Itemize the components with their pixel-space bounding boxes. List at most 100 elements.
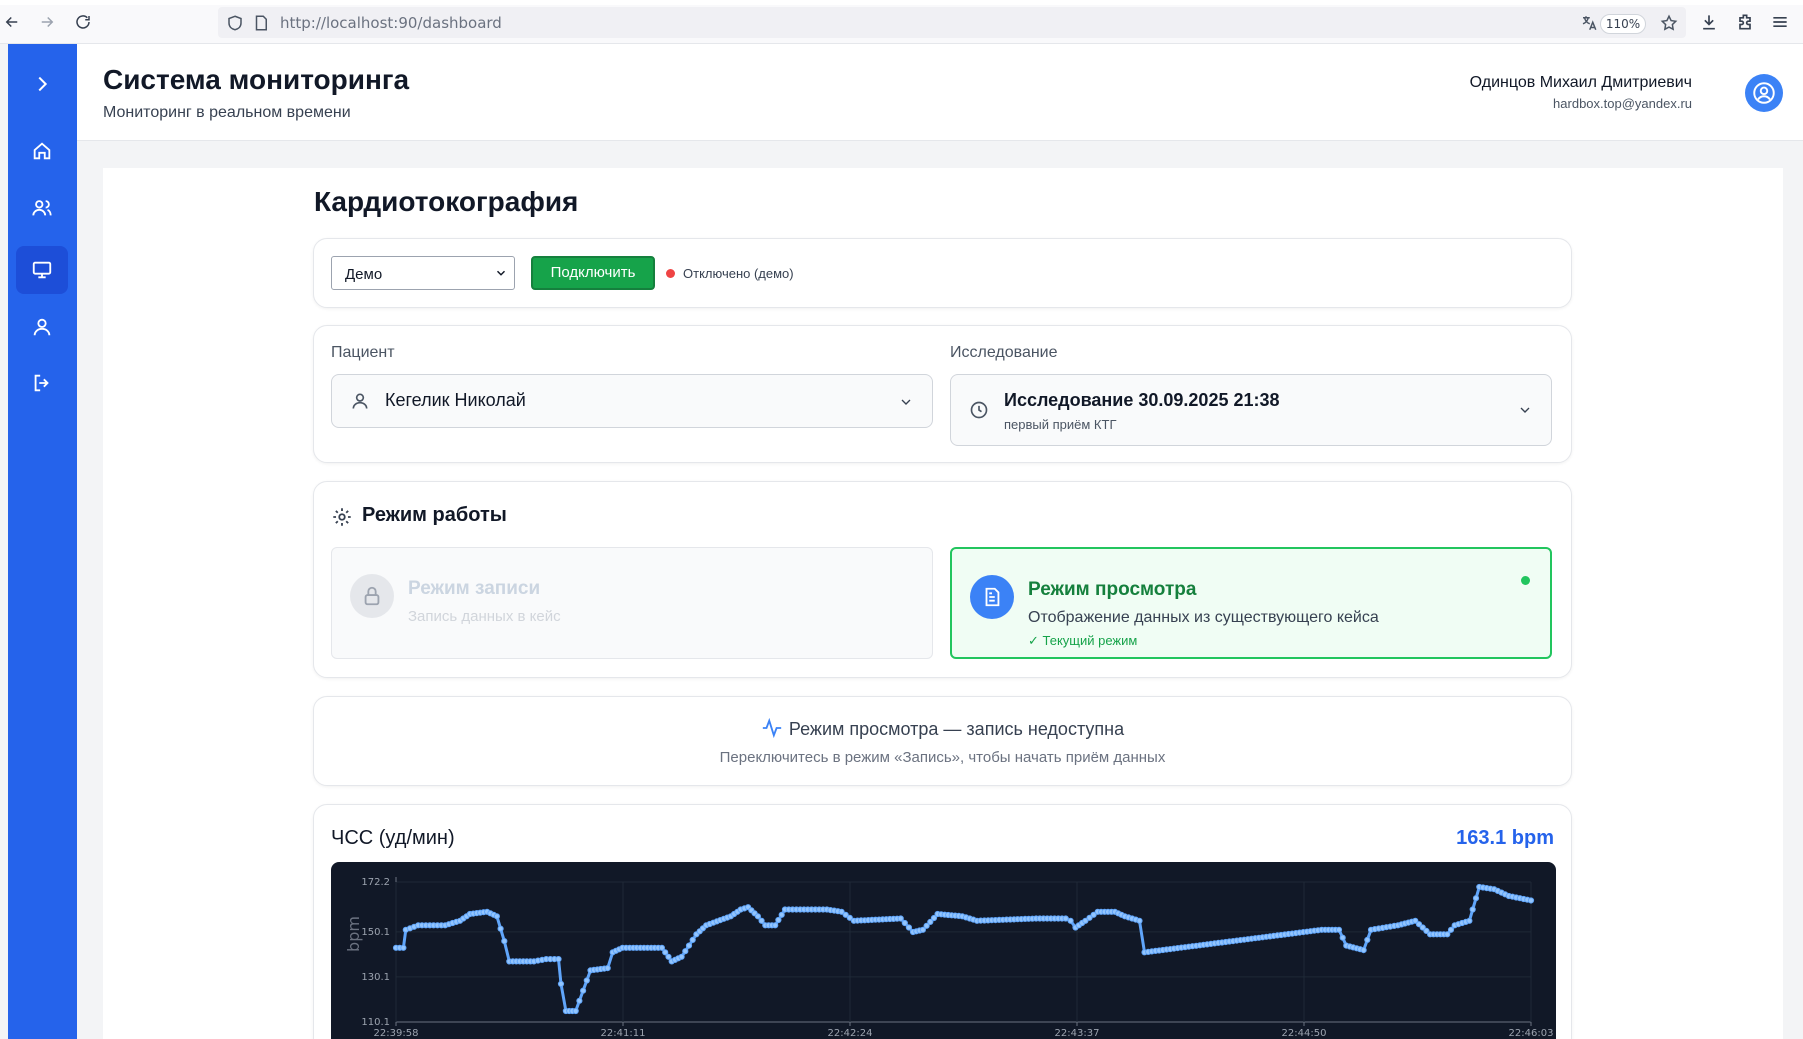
data-point xyxy=(572,1007,579,1015)
address-bar[interactable]: http://localhost:90/dashboard 110% xyxy=(218,7,1686,38)
translate-icon[interactable] xyxy=(1580,14,1598,32)
users-icon xyxy=(32,200,52,216)
connection-card: Демо Подключить Отключено (демо) xyxy=(313,238,1572,308)
user-circle-icon xyxy=(1753,82,1775,104)
data-point xyxy=(555,956,562,963)
user-name: Одинцов Михаил Дмитриевич xyxy=(1469,74,1692,91)
data-point xyxy=(1136,917,1143,924)
data-point xyxy=(897,915,904,922)
data-point xyxy=(1335,926,1343,933)
heart-rate-chart-svg: 110.1 130.1 150.1 172.2 22:39:58 22:41:11 22:4… xyxy=(344,877,1553,1039)
study-label: Исследование xyxy=(950,344,1058,361)
activity-icon xyxy=(762,717,782,739)
reload-icon[interactable] xyxy=(71,10,95,34)
data-point xyxy=(758,917,765,924)
clock-icon xyxy=(970,401,988,419)
home-icon xyxy=(33,142,51,160)
view-mode-title: Режим просмотра xyxy=(1028,579,1197,600)
record-mode-option[interactable]: Режим записи Запись данных в кейс xyxy=(331,547,933,659)
data-point xyxy=(678,953,685,960)
app-subtitle: Мониторинг в реальном времени xyxy=(103,104,351,121)
menu-icon[interactable] xyxy=(1770,12,1792,34)
x-tick-label: 22:42:24 xyxy=(828,1028,873,1039)
x-tick-label: 22:39:58 xyxy=(374,1028,419,1039)
data-point xyxy=(493,913,500,920)
avatar[interactable] xyxy=(1745,74,1783,112)
study-value: Исследование 30.09.2025 21:38 xyxy=(1004,390,1280,410)
user-icon xyxy=(352,393,368,409)
data-point xyxy=(1062,915,1069,922)
notice-title: Режим просмотра — запись недоступна xyxy=(314,717,1571,740)
data-point xyxy=(583,977,590,984)
data-point xyxy=(1447,926,1455,933)
y-tick-label: 150.1 xyxy=(361,927,390,938)
data-point xyxy=(901,919,908,927)
data-point xyxy=(685,942,693,949)
url-text[interactable]: http://localhost:90/dashboard xyxy=(280,14,502,32)
zoom-level[interactable]: 110% xyxy=(1600,14,1646,34)
connect-button[interactable]: Подключить xyxy=(531,256,655,290)
y-axis-label: bpm xyxy=(344,916,363,952)
chevron-down-icon xyxy=(901,399,911,405)
sidebar-expand-button[interactable] xyxy=(16,60,68,108)
data-point xyxy=(1339,934,1346,941)
shield-icon[interactable] xyxy=(226,14,244,32)
patient-dropdown[interactable]: Кегелик Николай xyxy=(331,374,933,428)
record-mode-title: Режим записи xyxy=(408,578,541,599)
patient-value: Кегелик Николай xyxy=(385,390,526,410)
x-tick-label: 22:41:11 xyxy=(601,1028,646,1039)
document-icon xyxy=(970,575,1014,619)
data-point xyxy=(1360,947,1367,954)
data-point xyxy=(772,922,779,929)
bookmark-star-icon[interactable] xyxy=(1660,14,1678,32)
chevron-right-icon xyxy=(38,76,48,92)
view-mode-notice: Режим просмотра — запись недоступна Пере… xyxy=(313,696,1572,786)
data-point xyxy=(665,953,672,960)
data-point xyxy=(400,944,407,951)
study-note: первый приём КТГ xyxy=(1004,417,1117,432)
sidebar-item-logout[interactable] xyxy=(16,359,68,407)
record-mode-desc: Запись данных в кейс xyxy=(408,608,561,625)
sidebar-item-home[interactable] xyxy=(16,127,68,175)
x-tick-label: 22:44:50 xyxy=(1282,1028,1327,1039)
heart-rate-card: ЧСС (уд/мин) 163.1 bpm 110.1 130.1 150.1 17… xyxy=(313,804,1572,1039)
page-icon xyxy=(252,14,270,32)
chevron-down-icon xyxy=(1520,407,1530,413)
sidebar xyxy=(8,44,77,1039)
mode-title-text: Режим работы xyxy=(362,504,507,526)
connection-status: Отключено (демо) xyxy=(683,266,794,281)
data-point xyxy=(754,913,761,920)
current-mode-badge: ✓ Текущий режим xyxy=(1028,633,1138,648)
download-icon[interactable] xyxy=(1699,12,1721,34)
sidebar-item-monitoring[interactable] xyxy=(16,246,68,294)
user-email: hardbox.top@yandex.ru xyxy=(1553,96,1692,111)
user-icon xyxy=(33,318,51,336)
data-point xyxy=(1444,931,1451,938)
forward-icon[interactable] xyxy=(35,10,59,34)
data-point xyxy=(1472,895,1480,902)
y-tick-label: 130.1 xyxy=(361,972,390,983)
source-select-value: Демо xyxy=(345,266,383,283)
data-point xyxy=(689,936,696,944)
data-point xyxy=(557,980,565,988)
data-point xyxy=(682,948,689,955)
back-icon[interactable] xyxy=(0,10,24,34)
extensions-icon[interactable] xyxy=(1735,12,1757,34)
data-point xyxy=(775,916,782,924)
study-dropdown[interactable]: Исследование 30.09.2025 21:38 первый при… xyxy=(950,374,1552,446)
sidebar-item-patients[interactable] xyxy=(16,184,68,232)
sidebar-item-profile[interactable] xyxy=(16,303,68,351)
monitor-icon xyxy=(32,261,52,279)
view-mode-option[interactable]: Режим просмотра Отображение данных из су… xyxy=(950,547,1552,659)
chart-title: ЧСС (уд/мин) xyxy=(331,827,455,849)
data-point xyxy=(1364,936,1371,944)
heart-rate-chart: 110.1 130.1 150.1 172.2 22:39:58 22:41:11 22:4… xyxy=(331,862,1556,1039)
notice-title-text: Режим просмотра — запись недоступна xyxy=(788,719,1125,739)
app-header: Система мониторинга Мониторинг в реально… xyxy=(77,44,1803,141)
patient-label: Пациент xyxy=(331,344,395,361)
data-point xyxy=(778,911,785,918)
data-point xyxy=(501,938,508,945)
data-point xyxy=(580,987,587,994)
main-content: Кардиотокография Демо Подключить Отключе… xyxy=(103,168,1783,1039)
source-select[interactable]: Демо xyxy=(331,256,515,290)
